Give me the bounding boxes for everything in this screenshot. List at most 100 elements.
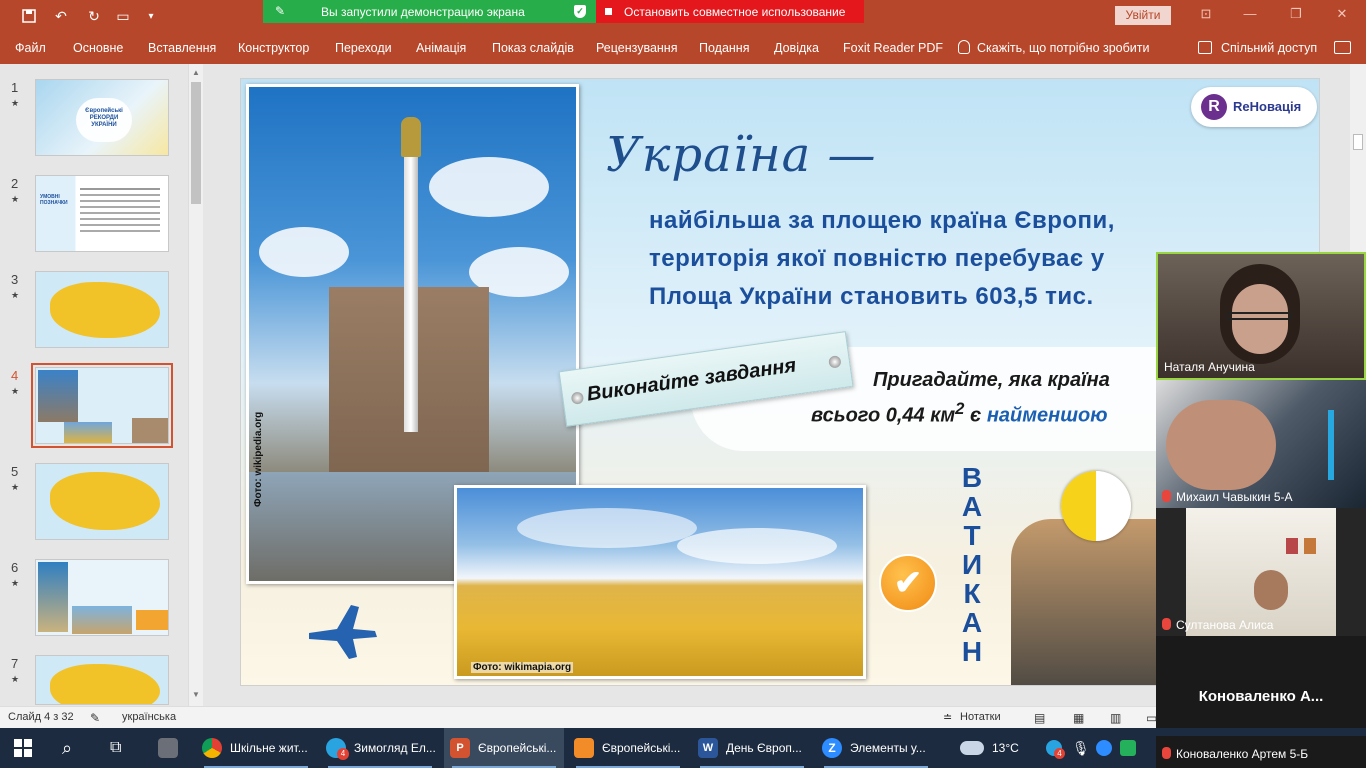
ribbon-display-options-icon[interactable]: ⊡ bbox=[1196, 6, 1216, 24]
tab-design[interactable]: Конструктор bbox=[238, 41, 309, 55]
spellcheck-icon[interactable]: ✎ bbox=[90, 711, 100, 725]
windows-logo-icon bbox=[14, 739, 32, 757]
share-button[interactable]: Спільний доступ bbox=[1221, 41, 1317, 55]
normal-view-icon[interactable]: ▤ bbox=[1034, 711, 1045, 725]
thumbnail-slide-1[interactable]: 1 ★ Європейські РЕКОРДИ УКРАЇНИ bbox=[0, 64, 190, 156]
taskbar-item-telegram[interactable]: 4 Зимогляд Ел... bbox=[320, 728, 440, 768]
video-tile-konovalenko[interactable]: Коноваленко Артем 5-Б bbox=[1156, 736, 1366, 768]
scroll-down-arrow-icon[interactable]: ▼ bbox=[192, 690, 200, 699]
participant-name: Коноваленко А... bbox=[1198, 688, 1324, 705]
minimize-button[interactable]: — bbox=[1240, 6, 1260, 24]
participant-name-text: Султанова Алиса bbox=[1176, 618, 1274, 632]
slide-number: 3 bbox=[11, 272, 19, 287]
start-button[interactable] bbox=[14, 728, 32, 768]
tab-foxit[interactable]: Foxit Reader PDF bbox=[843, 41, 943, 55]
taskbar-item-chrome[interactable]: Шкільне жит... bbox=[196, 728, 316, 768]
thumbnail-title: Європейські РЕКОРДИ УКРАЇНИ bbox=[85, 108, 123, 128]
stop-sharing-label: Остановить совместное использование bbox=[624, 5, 846, 19]
save-icon[interactable] bbox=[18, 6, 40, 26]
word-icon: W bbox=[698, 738, 718, 758]
tab-file[interactable]: Файл bbox=[15, 41, 46, 55]
screen-share-status: ✎ Вы запустили демонстрацию экрана ✓ bbox=[263, 0, 596, 23]
animation-star-icon: ★ bbox=[11, 578, 20, 588]
thumbnail-slide-6[interactable]: 6 ★ bbox=[0, 544, 190, 636]
thumbnail-slide-3[interactable]: 3 ★ bbox=[0, 256, 190, 348]
reading-view-icon[interactable]: ▥ bbox=[1110, 711, 1121, 725]
language-indicator[interactable]: українська bbox=[122, 711, 176, 723]
thumbnail-slide-4[interactable]: 4 ★ bbox=[0, 352, 190, 448]
taskbar-item-foxit[interactable]: Європейські... bbox=[568, 728, 688, 768]
start-slideshow-icon[interactable]: ▭ bbox=[112, 6, 134, 26]
undo-icon[interactable]: ↶ bbox=[50, 6, 72, 26]
slide-number: 2 bbox=[11, 176, 19, 191]
video-tile-natalia[interactable]: Наталя Анучина bbox=[1156, 252, 1366, 380]
scrollbar-thumb[interactable] bbox=[1353, 134, 1363, 150]
thumbnail-slide-5[interactable]: 5 ★ bbox=[0, 448, 190, 540]
thumbnails-scrollbar[interactable]: ▲ ▼ bbox=[188, 64, 203, 706]
answer-vatican: В А Т И К А Н bbox=[959, 463, 985, 666]
calculator-icon[interactable] bbox=[158, 728, 186, 768]
participant-name: Михаил Чавыкин 5-А bbox=[1162, 490, 1293, 504]
photo-caption: Фото: wikimapia.org bbox=[471, 662, 574, 673]
stop-sharing-button[interactable]: Остановить совместное использование bbox=[596, 0, 864, 23]
search-icon[interactable]: ⌕ bbox=[62, 728, 72, 768]
participant-name: Султанова Алиса bbox=[1162, 618, 1273, 632]
tab-insert[interactable]: Вставлення bbox=[148, 41, 216, 55]
foxit-pdf-icon bbox=[574, 738, 594, 758]
taskbar-item-label: Элементы у... bbox=[850, 741, 926, 755]
taskbar-item-powerpoint[interactable]: P Європейські... bbox=[444, 728, 564, 768]
sign-in-button[interactable]: Увійти bbox=[1115, 6, 1171, 25]
participant-name-text: Коноваленко Артем 5-Б bbox=[1176, 747, 1309, 761]
maximize-button[interactable]: ❐ bbox=[1286, 6, 1306, 24]
slideshow-view-icon[interactable]: ▭ bbox=[1146, 711, 1157, 725]
video-tile-alisa[interactable]: Султанова Алиса bbox=[1156, 508, 1366, 636]
scrollbar-thumb[interactable] bbox=[191, 82, 201, 204]
taskbar-item-label: Європейські... bbox=[478, 741, 557, 755]
pin-icon bbox=[570, 391, 585, 405]
comments-icon[interactable] bbox=[1334, 41, 1351, 54]
slide-thumbnails-pane: 1 ★ Європейські РЕКОРДИ УКРАЇНИ 2 ★ УМОВ… bbox=[0, 64, 207, 706]
highlight-word: найменшою bbox=[986, 404, 1108, 427]
renovatsia-logo: R ReНовація bbox=[1191, 87, 1317, 127]
microphone-icon[interactable]: 🎙 bbox=[1072, 728, 1090, 768]
customize-toolbar-icon[interactable]: ▾ bbox=[140, 6, 162, 26]
vatican-flag-icon bbox=[1061, 471, 1131, 541]
tell-me-search[interactable]: Скажіть, що потрібно зробити bbox=[977, 41, 1150, 55]
tab-transitions[interactable]: Переходи bbox=[335, 41, 392, 55]
logo-text: ReНовація bbox=[1233, 99, 1302, 114]
animation-star-icon: ★ bbox=[11, 482, 20, 492]
tab-slideshow[interactable]: Показ слайдів bbox=[492, 41, 574, 55]
slide-counter: Слайд 4 з 32 bbox=[8, 711, 74, 723]
tab-review[interactable]: Рецензування bbox=[596, 41, 677, 55]
video-tile-konovalenko-avatar[interactable]: Коноваленко А... bbox=[1156, 636, 1366, 728]
lightbulb-icon bbox=[958, 40, 970, 54]
task-view-icon[interactable]: ⧉ bbox=[110, 728, 121, 768]
tray-app-icon[interactable] bbox=[1120, 728, 1136, 768]
redo-icon[interactable]: ↻ bbox=[83, 6, 105, 26]
slide-number: 4 bbox=[11, 368, 19, 383]
tab-animations[interactable]: Анімація bbox=[416, 41, 466, 55]
close-button[interactable]: ✕ bbox=[1332, 6, 1352, 24]
slide-preview bbox=[35, 463, 169, 540]
scroll-up-arrow-icon[interactable]: ▲ bbox=[192, 68, 200, 77]
weather-widget[interactable]: 13°C bbox=[960, 728, 1019, 768]
notification-badge: 4 bbox=[337, 748, 349, 760]
taskbar-item-word[interactable]: W День Європ... bbox=[692, 728, 812, 768]
tab-help[interactable]: Довідка bbox=[774, 41, 819, 55]
thumbnail-slide-2[interactable]: 2 ★ УМОВНІ ПОЗНАЧКИ bbox=[0, 160, 190, 252]
video-tile-mikhail[interactable]: Михаил Чавыкин 5-А bbox=[1156, 380, 1366, 508]
checkmark-icon[interactable]: ✔ bbox=[879, 554, 937, 612]
slide-text-line-1: найбільша за площею країна Європи, bbox=[649, 207, 1115, 234]
notes-button[interactable]: Нотатки bbox=[960, 711, 1001, 723]
tab-view[interactable]: Подання bbox=[699, 41, 749, 55]
tray-telegram-icon[interactable]: 4 bbox=[1046, 728, 1065, 768]
tab-home[interactable]: Основне bbox=[73, 41, 123, 55]
answer-letter: А bbox=[961, 607, 983, 638]
logo-mark: R bbox=[1201, 94, 1227, 120]
taskbar-item-label: Європейські... bbox=[602, 741, 681, 755]
taskbar-item-zoom[interactable]: Z Элементы у... bbox=[816, 728, 936, 768]
tray-zoom-icon[interactable] bbox=[1096, 728, 1112, 768]
answer-letter: В bbox=[961, 462, 983, 493]
slide-sorter-icon[interactable]: ▦ bbox=[1073, 711, 1084, 725]
answer-letter: И bbox=[961, 549, 983, 580]
